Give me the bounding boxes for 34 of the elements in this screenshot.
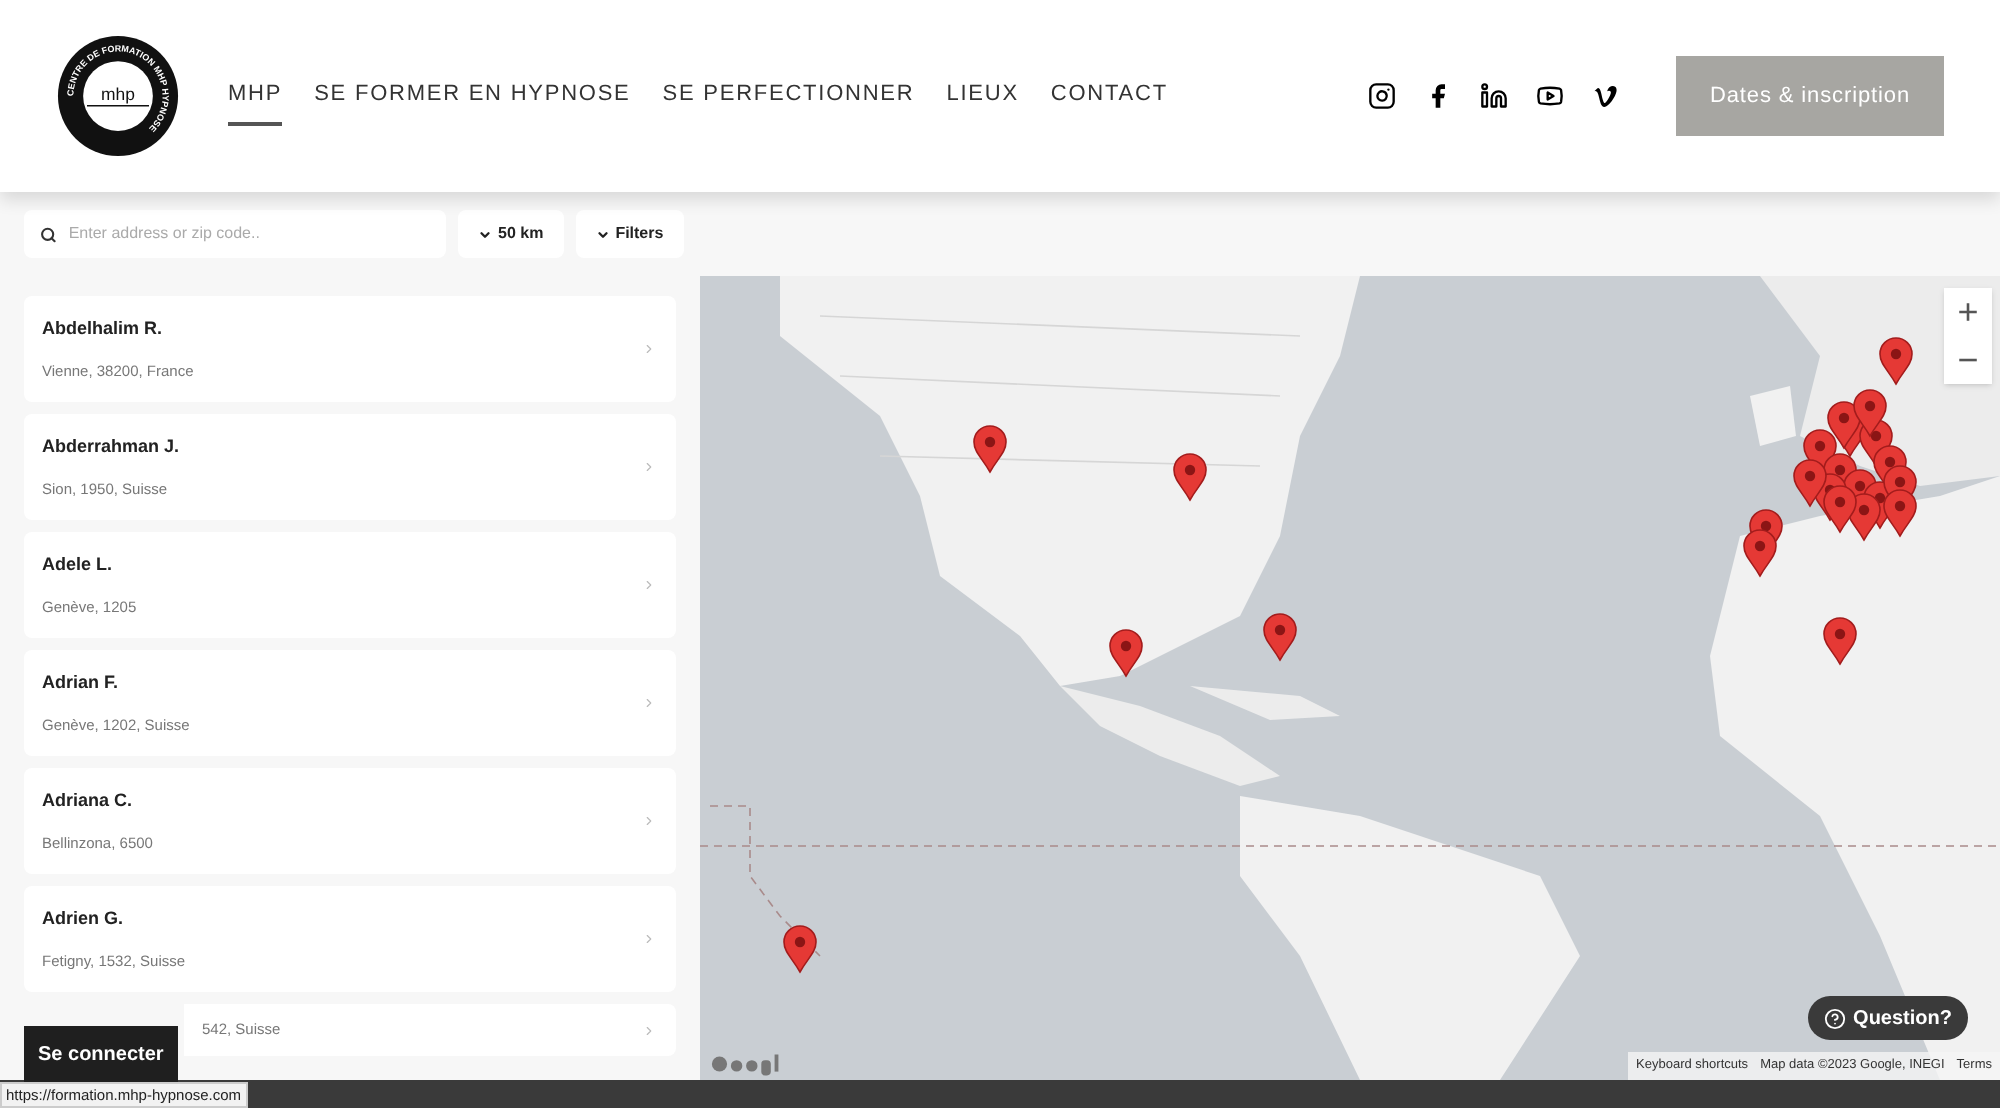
practitioner-name: Abdelhalim R. <box>42 316 165 343</box>
chevron-right-icon <box>642 342 656 356</box>
practitioner-name: Adriana C. <box>42 788 135 815</box>
chevron-right-icon <box>642 932 656 946</box>
filters-dropdown[interactable]: Filters <box>575 210 684 258</box>
chevron-right-icon <box>642 460 656 474</box>
nav-link[interactable]: SE PERFECTIONNER <box>662 65 915 127</box>
login-button[interactable]: Se connecter <box>24 1026 178 1082</box>
practitioner-name: Adele L. <box>42 552 115 579</box>
nav-link[interactable]: MHP <box>228 65 283 127</box>
nav-link[interactable]: CONTACT <box>1050 65 1168 127</box>
radius-dropdown[interactable]: 50 km <box>458 210 564 258</box>
practitioner-name: Adrian F. <box>42 670 121 697</box>
zoom-out-button[interactable]: − <box>1944 336 1992 384</box>
question-button[interactable]: Question? <box>1807 996 1968 1040</box>
vimeo-icon[interactable] <box>1592 82 1620 110</box>
chevron-down-icon <box>478 227 492 241</box>
zoom-in-button[interactable]: + <box>1944 288 1992 336</box>
chevron-down-icon <box>595 227 610 241</box>
help-icon <box>1823 1007 1846 1029</box>
instagram-icon[interactable] <box>1368 82 1396 110</box>
nav-link[interactable]: LIEUX <box>946 65 1019 127</box>
practitioner-name: Abderrahman J. <box>42 434 180 461</box>
address-input[interactable]: Enter address or zip code.. <box>68 222 430 246</box>
search-icon <box>40 225 57 243</box>
youtube-icon[interactable] <box>1536 82 1564 110</box>
chevron-right-icon <box>642 696 656 710</box>
nav-link[interactable]: SE FORMER EN HYPNOSE <box>314 65 631 127</box>
chevron-right-icon <box>642 814 656 828</box>
chevron-right-icon <box>642 578 656 592</box>
practitioner-name: Adrien G. <box>42 906 126 933</box>
search-field[interactable]: Enter address or zip code.. <box>24 210 446 258</box>
chevron-right-icon <box>642 1023 656 1037</box>
linkedin-icon[interactable] <box>1480 82 1508 110</box>
